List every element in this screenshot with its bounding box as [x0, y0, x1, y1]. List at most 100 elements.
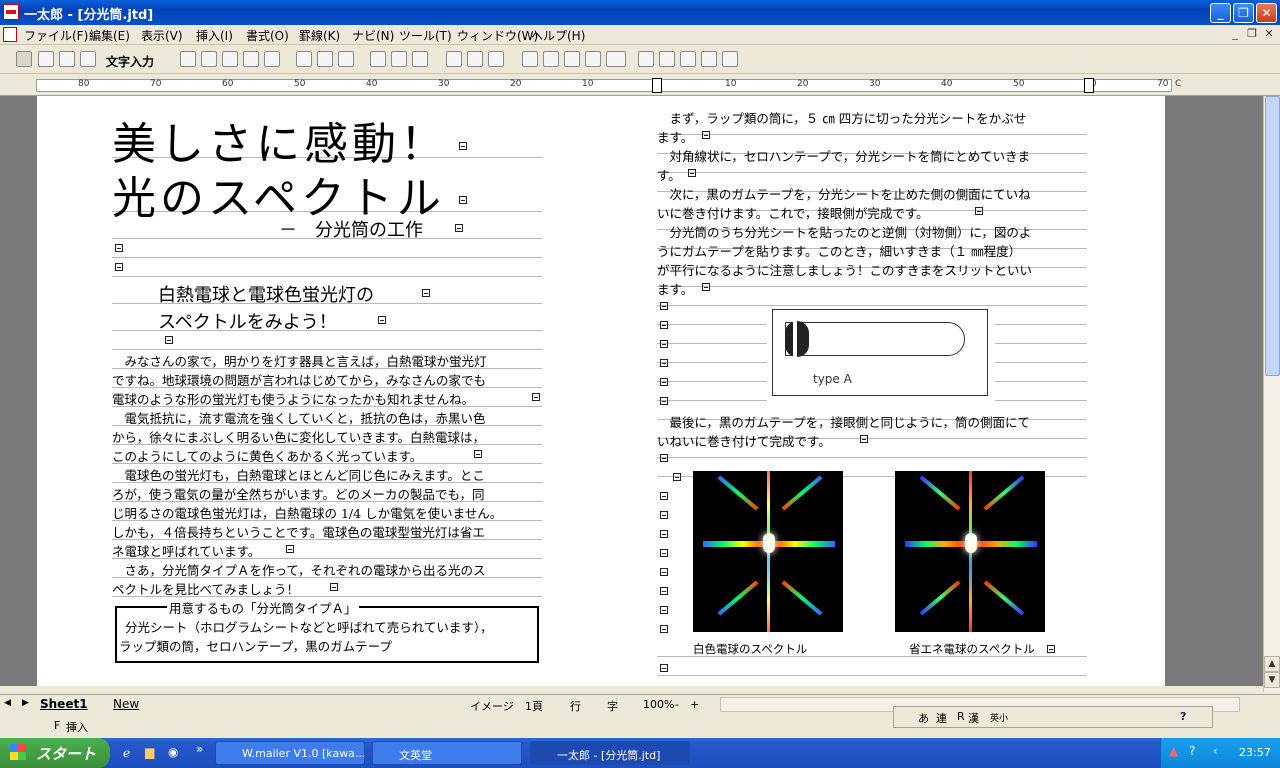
doc-restore-button[interactable]: ❐ [1245, 28, 1259, 41]
print-icon[interactable] [243, 51, 259, 67]
menu-ruledline[interactable]: 罫線(K) [299, 27, 340, 44]
column-icon[interactable] [522, 51, 538, 67]
insert-icon[interactable] [543, 51, 559, 67]
page-icon[interactable] [585, 51, 601, 67]
search-icon[interactable] [701, 51, 717, 67]
return-mark [115, 263, 123, 271]
tray-expand-icon[interactable]: ‹ [1213, 744, 1218, 758]
scroll-down-button[interactable]: ▼ [1264, 672, 1280, 688]
redo-icon[interactable] [391, 51, 407, 67]
menu-tools[interactable]: ツール(T) [399, 27, 452, 44]
sheet-next-icon[interactable]: ▶ [22, 698, 29, 708]
menu-view[interactable]: 表示(V) [141, 27, 183, 44]
ime-romaji[interactable]: R [957, 710, 965, 723]
body-line: 次に，黒のガムテープを，分光シートを止めた側の側面にていね [657, 187, 1031, 202]
new-file-icon[interactable] [180, 51, 196, 67]
app-shortcut-icon[interactable]: ◉ [168, 745, 178, 759]
task-bunei[interactable]: 文英堂 [372, 741, 522, 765]
spellcheck-icon[interactable] [606, 51, 626, 67]
frame-icon[interactable] [80, 51, 96, 67]
minimize-button[interactable]: _ [1210, 3, 1231, 23]
pen-icon[interactable] [38, 51, 54, 67]
menu-file[interactable]: ファイル(F) [24, 27, 88, 44]
left-indent-marker[interactable] [652, 78, 662, 93]
help-tray-icon[interactable]: ? [1189, 744, 1195, 758]
copy-icon[interactable] [317, 51, 333, 67]
save-icon[interactable] [222, 51, 238, 67]
doc-minimize-button[interactable]: _ [1228, 28, 1242, 41]
tab-new[interactable]: New [113, 697, 139, 711]
menu-help[interactable]: ヘルプ(H) [531, 27, 585, 44]
cut-icon[interactable] [296, 51, 312, 67]
ruler-strip [36, 79, 1172, 92]
ie-icon[interactable]: ℯ [123, 746, 130, 760]
return-mark [702, 283, 710, 291]
tools-icon[interactable] [722, 51, 738, 67]
menu-navi[interactable]: ナビ(N) [352, 27, 394, 44]
return-mark [422, 289, 430, 297]
ruler[interactable]: 80 70 60 50 40 30 20 10 10 20 30 40 50 6… [0, 76, 1280, 96]
status-insert[interactable]: 挿入 [66, 719, 88, 735]
network-icon[interactable]: ▲ [1169, 744, 1178, 758]
right-indent-marker[interactable] [1084, 78, 1094, 93]
return-mark [660, 549, 668, 557]
quicklaunch-more-icon[interactable]: » [196, 742, 203, 756]
sheet-first-icon[interactable]: ◀ [4, 698, 11, 708]
help-icon[interactable] [680, 51, 696, 67]
doc-close-button[interactable]: ✕ [1262, 28, 1276, 41]
document-icon[interactable] [3, 27, 17, 42]
task-ichitaro[interactable]: 一太郎 - [分光筒.jtd] [530, 741, 690, 765]
maximize-button[interactable]: ❐ [1233, 3, 1254, 23]
incandescent-spectrum-photo[interactable] [693, 471, 843, 632]
ime-hiragana[interactable]: あ [918, 710, 929, 726]
checkmark-icon[interactable] [638, 51, 654, 67]
undo-icon[interactable] [370, 51, 386, 67]
ime-help-icon[interactable]: ? [1180, 710, 1186, 723]
menu-insert[interactable]: 挿入(I) [196, 27, 233, 44]
return-mark [975, 207, 983, 215]
doc-heading-1: 白熱電球と電球色蛍光灯の [158, 285, 374, 306]
jump-icon[interactable] [659, 51, 675, 67]
body-line: このようにしてのように黄色くあかるく光っています。 [112, 449, 423, 464]
materials-line-2: ラップ類の筒，セロハンテープ，黒のガムテープ [119, 639, 392, 654]
body-line: が平行になるように注意しましょう！このすきまをスリットといい [657, 263, 1033, 278]
highlight-icon[interactable] [446, 51, 462, 67]
scroll-thumb[interactable] [1265, 96, 1280, 376]
vertical-scrollbar[interactable]: ▲ ▼ [1263, 96, 1280, 692]
table-icon[interactable] [467, 51, 483, 67]
ime-halfwidth[interactable]: 英小 [990, 711, 1008, 724]
zoom-in-button[interactable]: + [690, 698, 699, 711]
image-view-label[interactable]: イメージ [470, 698, 514, 714]
return-mark [378, 316, 386, 324]
body-line: 分光筒のうち分光シートを貼ったのと逆側（対物側）に，図のよ [657, 225, 1032, 240]
close-button[interactable]: ✕ [1256, 3, 1277, 23]
repeat-icon[interactable] [412, 51, 428, 67]
print-preview-icon[interactable] [264, 51, 280, 67]
menu-format[interactable]: 書式(O) [246, 27, 289, 44]
ime-conversion[interactable]: 連 [936, 710, 947, 726]
ruler-number: 70 [1157, 79, 1169, 89]
scroll-up-button[interactable]: ▲ [1264, 656, 1280, 672]
ime-kanji[interactable]: 漢 [968, 710, 979, 726]
tube-diagram[interactable]: type A [772, 309, 988, 396]
menu-edit[interactable]: 編集(E) [89, 27, 130, 44]
text-mode-icon[interactable] [16, 51, 32, 67]
app-icon[interactable] [3, 4, 19, 20]
layout-icon[interactable] [564, 51, 580, 67]
shape-icon[interactable] [59, 51, 75, 67]
folder-icon[interactable]: ▆ [145, 745, 154, 759]
open-folder-icon[interactable] [201, 51, 217, 67]
paste-icon[interactable] [338, 51, 354, 67]
tab-sheet1[interactable]: Sheet1 [40, 697, 88, 711]
format-icon[interactable] [488, 51, 504, 67]
ruler-number: 10 [582, 79, 594, 89]
start-button[interactable]: スタート [0, 738, 110, 768]
zoom-level[interactable]: 100% [643, 698, 674, 711]
task-wmailer[interactable]: W.mailer V1.0 [kawa... [215, 741, 365, 765]
body-line: まず，ラップ類の筒に，５ ㎝ 四方に切った分光シートをかぶせ [657, 111, 1027, 126]
menu-window[interactable]: ウィンドウ(W) [457, 27, 538, 44]
return-mark [660, 625, 668, 633]
zoom-out-button[interactable]: - [675, 698, 679, 711]
document-page[interactable]: 美しさに感動！ 光のスペクトル － 分光筒の工作 白熱電球と電球色蛍光灯の スペ… [37, 96, 1165, 686]
led-spectrum-photo[interactable] [895, 471, 1045, 632]
